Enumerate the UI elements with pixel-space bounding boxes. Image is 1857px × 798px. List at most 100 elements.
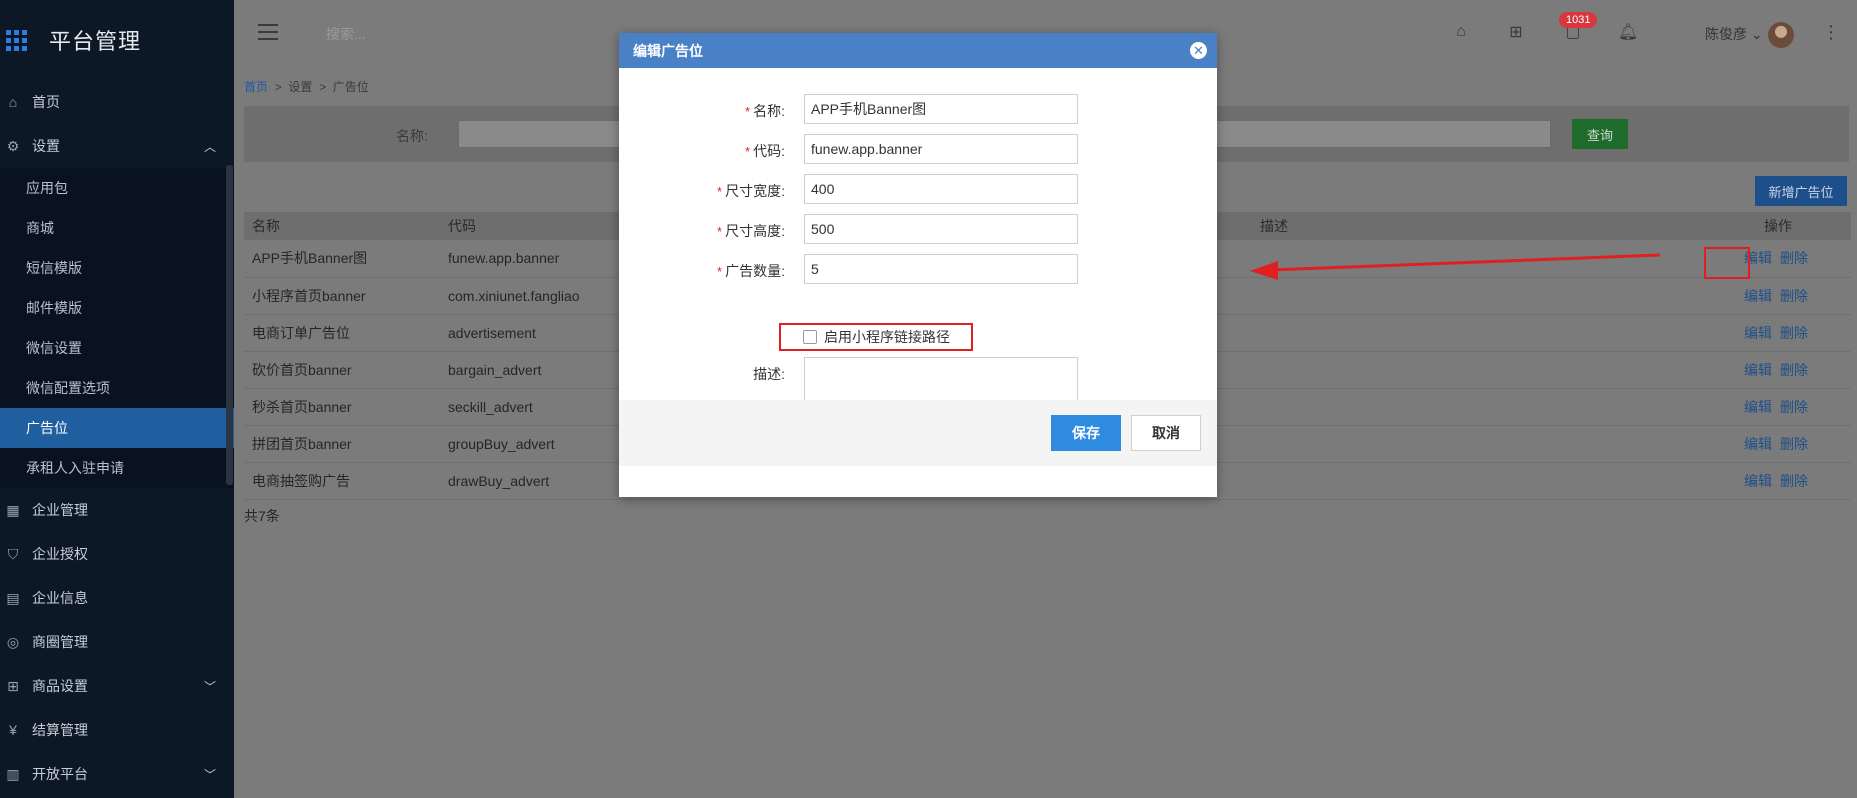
sidebar-subitem-email-template[interactable]: 邮件模版 [0, 288, 234, 328]
edit-link[interactable]: 编辑 [1744, 436, 1772, 452]
field-row-name: * 名称: [619, 94, 1217, 124]
sidebar-item-enterprise-info[interactable]: ▤ 企业信息 [0, 576, 234, 620]
sidebar-item-label: 商品设置 [32, 678, 88, 694]
top-search-input[interactable]: 搜索... [326, 24, 366, 44]
code-field[interactable] [804, 134, 1078, 164]
label-text: 尺寸宽度: [725, 183, 785, 199]
sidebar-item-enterprise-management[interactable]: ▦ 企业管理 [0, 488, 234, 532]
chevron-up-icon: ︿ [203, 139, 216, 154]
edit-link[interactable]: 编辑 [1744, 288, 1772, 304]
sidebar-item-label: 企业信息 [32, 590, 88, 606]
cell-ops: 编辑 删除 [1712, 314, 1851, 352]
column-header-ops: 操作 [1712, 212, 1851, 240]
home-icon[interactable]: ⌂ [1451, 22, 1471, 42]
required-mark: * [745, 144, 751, 159]
cell-name: 电商抽签购广告 [244, 462, 440, 500]
breadcrumb-settings[interactable]: 设置 [288, 80, 312, 94]
ad-count-field[interactable] [804, 254, 1078, 284]
sidebar-item-label: 商圈管理 [32, 634, 88, 650]
total-count: 共7条 [244, 508, 280, 524]
field-row-code: * 代码: [619, 134, 1217, 164]
sidebar-item-business-district[interactable]: ◎ 商圈管理 [0, 620, 234, 664]
cell-ops: 编辑 删除 [1712, 388, 1851, 426]
edit-link[interactable]: 编辑 [1744, 325, 1772, 341]
cell-desc [1252, 425, 1712, 463]
sidebar-subitem-ad-slot[interactable]: 广告位 [0, 408, 234, 448]
avatar[interactable] [1768, 22, 1794, 48]
delete-link[interactable]: 删除 [1780, 473, 1808, 489]
sidebar-subitem-sms-template[interactable]: 短信模版 [0, 248, 234, 288]
sidebar-item-label: 首页 [32, 94, 60, 110]
edit-link[interactable]: 编辑 [1744, 473, 1772, 489]
cell-desc [1252, 240, 1712, 278]
delete-link[interactable]: 删除 [1780, 250, 1808, 266]
column-header-name: 名称 [244, 212, 440, 240]
delete-link[interactable]: 删除 [1780, 399, 1808, 415]
query-button[interactable]: 查询 [1572, 119, 1628, 149]
sidebar-item-enterprise-auth[interactable]: ⛉ 企业授权 [0, 532, 234, 576]
sidebar-subitem-app-package[interactable]: 应用包 [0, 168, 234, 208]
sidebar-scrollbar[interactable] [226, 165, 233, 485]
user-menu[interactable]: 陈俊彦 ⌄ [1705, 24, 1763, 44]
sidebar-subitem-tenant-application[interactable]: 承租人入驻申请 [0, 448, 234, 488]
apps-grid-icon[interactable]: ⊞ [1506, 22, 1526, 42]
bell-icon[interactable]: 🔔︎ [1618, 22, 1638, 42]
cell-ops: 编辑 删除 [1712, 351, 1851, 389]
gear-icon: ⚙ [6, 137, 20, 154]
sidebar-item-open-platform[interactable]: ▥ 开放平台 ﹀ [0, 752, 234, 796]
cell-name: 砍价首页banner [244, 351, 440, 389]
close-icon[interactable]: ✕ [1190, 42, 1207, 59]
miniprogram-toggle[interactable]: 启用小程序链接路径 [779, 323, 973, 351]
dialog-title: 编辑广告位 [633, 42, 703, 59]
breadcrumb-separator: > [274, 80, 282, 94]
sidebar-item-settings[interactable]: ⚙ 设置 ︿ [0, 124, 234, 168]
sidebar-subitem-wechat-config[interactable]: 微信配置选项 [0, 368, 234, 408]
brand: 平台管理 [0, 0, 234, 80]
delete-link[interactable]: 删除 [1780, 436, 1808, 452]
label-text: 广告数量: [725, 263, 785, 279]
required-mark: * [717, 184, 723, 199]
info-icon: ▤ [6, 589, 20, 606]
height-field[interactable] [804, 214, 1078, 244]
user-name: 陈俊彦 [1705, 26, 1747, 42]
app-title: 平台管理 [49, 29, 142, 54]
sidebar-item-label: 设置 [32, 138, 60, 154]
app-grid-icon[interactable] [6, 29, 27, 51]
more-vertical-icon[interactable]: ⋮ [1822, 22, 1840, 43]
sidebar: 平台管理 ⌂ 首页 ⚙ 设置 ︿ 应用包 商城 短信模版 邮件模版 微信设置 微… [0, 0, 234, 798]
edit-ad-slot-dialog: 编辑广告位 ✕ *名称: *代码: *尺寸宽度: *尺寸高度: *广告数量: 启… [619, 33, 1217, 497]
cancel-button[interactable]: 取消 [1131, 415, 1201, 451]
save-button[interactable]: 保存 [1051, 415, 1121, 451]
breadcrumb-current: 广告位 [332, 80, 369, 94]
column-header-desc: 描述 [1252, 212, 1712, 240]
chevron-down-icon: ﹀ [203, 767, 216, 782]
delete-link[interactable]: 删除 [1780, 325, 1808, 341]
width-field[interactable] [804, 174, 1078, 204]
breadcrumb-home[interactable]: 首页 [244, 80, 268, 94]
edit-link[interactable]: 编辑 [1744, 362, 1772, 378]
cell-desc [1252, 388, 1712, 426]
sidebar-item-label: 企业管理 [32, 502, 88, 518]
field-label-count: * 广告数量: [717, 261, 785, 281]
menu-toggle-icon[interactable] [258, 24, 278, 45]
delete-link[interactable]: 删除 [1780, 288, 1808, 304]
dialog-footer: 保存 取消 [619, 400, 1217, 466]
delete-link[interactable]: 删除 [1780, 362, 1808, 378]
sidebar-subitem-wechat-settings[interactable]: 微信设置 [0, 328, 234, 368]
field-row-count: * 广告数量: [619, 254, 1217, 284]
add-ad-slot-button[interactable]: 新增广告位 [1755, 176, 1847, 206]
cell-name: 秒杀首页banner [244, 388, 440, 426]
cell-name: 小程序首页banner [244, 277, 440, 315]
required-mark: * [745, 104, 751, 119]
sidebar-item-product-settings[interactable]: ⊞ 商品设置 ﹀ [0, 664, 234, 708]
sidebar-subitem-mall[interactable]: 商城 [0, 208, 234, 248]
miniprogram-checkbox[interactable] [803, 330, 817, 344]
sidebar-item-settlement[interactable]: ¥ 结算管理 [0, 708, 234, 752]
edit-link[interactable]: 编辑 [1744, 399, 1772, 415]
cell-ops: 编辑 删除 [1712, 425, 1851, 463]
sidebar-item-home[interactable]: ⌂ 首页 [0, 80, 234, 124]
settings-submenu: 应用包 商城 短信模版 邮件模版 微信设置 微信配置选项 广告位 承租人入驻申请 [0, 168, 234, 488]
name-field[interactable] [804, 94, 1078, 124]
label-text: 尺寸高度: [725, 223, 785, 239]
notification-badge: 1031 [1559, 12, 1598, 28]
